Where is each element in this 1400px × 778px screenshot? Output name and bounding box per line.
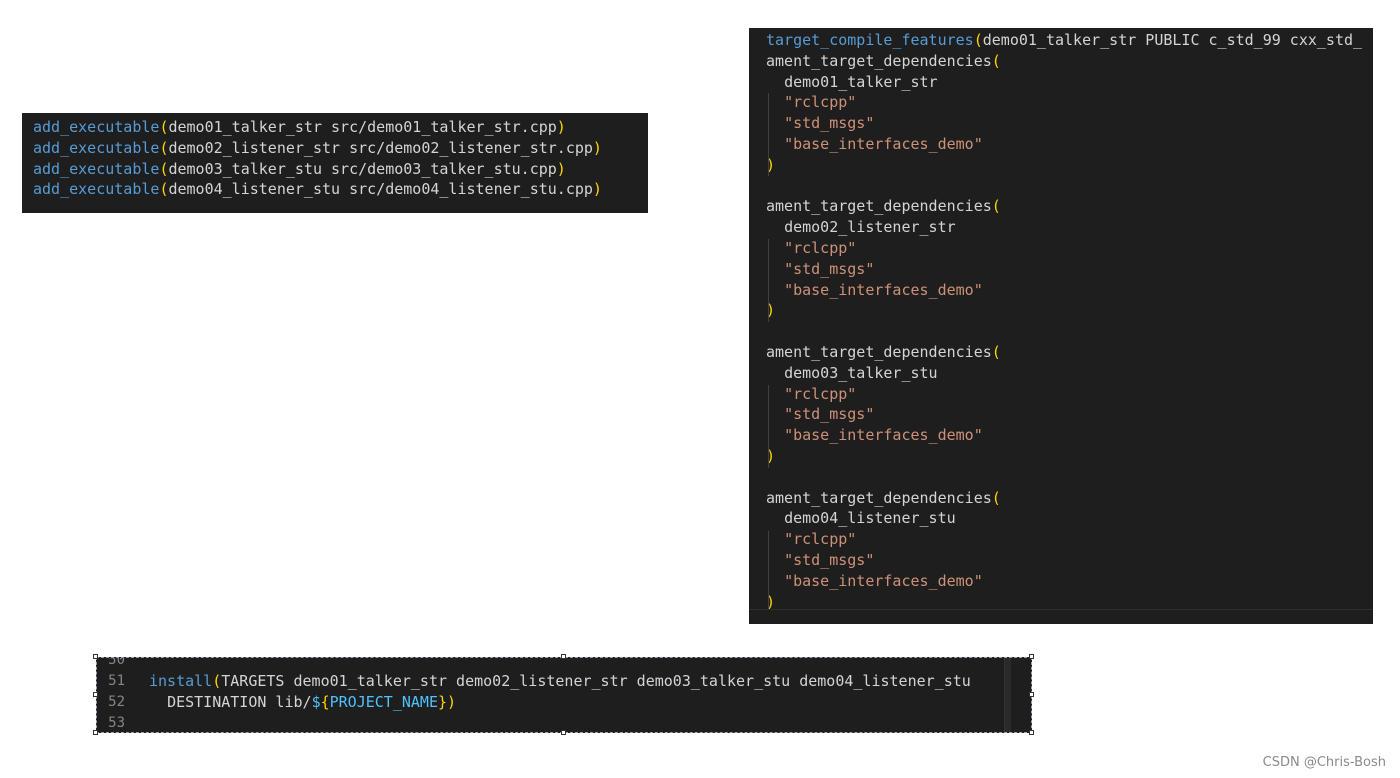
code-line: demo02_listener_str [766,217,1362,238]
code-line: "rclcpp" [766,384,1362,405]
function-name: ament_target_dependencies [766,51,992,70]
code-line: ament_target_dependencies( [766,488,1001,507]
function-args: demo01_talker_str src/demo01_talker_str.… [168,118,557,136]
line-number: 52 [108,694,125,710]
indent-guide [768,239,769,322]
code-line: "base_interfaces_demo" [766,134,1362,155]
function-name: target_compile_features [766,31,974,49]
install-targets: TARGETS demo01_talker_str demo02_listene… [221,672,971,690]
resize-handle-top-center[interactable] [561,654,566,659]
code-line: install(TARGETS demo01_talker_str demo02… [149,672,971,690]
code-line: ) [766,301,776,320]
code-line: ament_target_dependencies( [766,51,1001,70]
code-line: "std_msgs" [766,550,1362,571]
dependency-string: "base_interfaces_demo" [784,426,983,445]
indent-guide [768,385,769,468]
code-line: add_executable(demo04_listener_stu src/d… [33,180,602,199]
function-name: ament_target_dependencies [766,342,992,361]
resize-handle-middle-left[interactable] [93,692,98,697]
dependency-string: "std_msgs" [784,405,875,424]
code-block: add_executable(demo01_talker_str src/dem… [33,117,602,200]
code-line: "base_interfaces_demo" [766,571,1362,592]
code-line: "std_msgs" [766,259,1362,280]
code-panel-install[interactable]: 50 51 52 53 install(TARGETS demo01_talke… [96,657,1032,733]
dependency-string: "base_interfaces_demo" [784,571,983,590]
code-block: install(TARGETS demo01_talker_str demo02… [149,658,971,732]
indent-guide [768,531,769,614]
code-line: add_executable(demo01_talker_str src/dem… [33,118,566,136]
code-line: demo01_talker_str [766,72,1362,93]
function-name: ament_target_dependencies [766,488,992,507]
resize-handle-top-right[interactable] [1029,654,1034,659]
dependency-target: demo04_listener_stu [784,509,956,528]
line-number: 51 [108,673,125,689]
function-name: add_executable [33,138,160,157]
line-number-gutter: 50 51 52 53 [97,657,137,732]
dependency-target: demo01_talker_str [784,72,938,91]
line-number: 50 [108,657,125,668]
dependency-target: demo03_talker_stu [784,363,938,382]
resize-handle-bottom-left[interactable] [93,730,98,735]
function-args: demo02_listener_str src/demo02_listener_… [168,138,593,157]
code-block: target_compile_features(demo01_talker_st… [766,30,1362,612]
resize-handle-bottom-center[interactable] [561,730,566,735]
function-args: demo01_talker_str PUBLIC c_std_99 cxx_st… [982,31,1363,49]
function-name: add_executable [33,118,160,136]
dependency-string: "rclcpp" [784,530,857,549]
code-line: ament_target_dependencies( [766,342,1001,361]
function-args: demo04_listener_stu src/demo04_listener_… [168,180,593,199]
function-name: install [149,672,213,690]
dependency-string: "base_interfaces_demo" [784,134,983,153]
destination-path: DESTINATION lib/ [167,693,312,711]
scrollbar[interactable] [1004,658,1011,732]
function-name: ament_target_dependencies [766,197,992,216]
code-panel-dependencies: target_compile_features(demo01_talker_st… [749,28,1373,624]
code-line: "rclcpp" [766,529,1362,550]
code-line: "std_msgs" [766,113,1362,134]
code-line: add_executable(demo03_talker_stu src/dem… [33,159,566,178]
watermark: CSDN @Chris-Bosh [1262,755,1386,770]
code-line: ) [766,155,776,174]
dependency-string: "std_msgs" [784,259,875,278]
code-line: ament_target_dependencies( [766,197,1001,216]
dependency-string: "rclcpp" [784,384,857,403]
indent-guide [768,93,769,176]
code-line: demo04_listener_stu [766,508,1362,529]
resize-handle-bottom-right[interactable] [1029,730,1034,735]
code-line: add_executable(demo02_listener_str src/d… [33,138,602,157]
code-line: ) [766,446,776,465]
dependency-string: "rclcpp" [784,238,857,257]
dependency-string: "base_interfaces_demo" [784,280,983,299]
dependency-string: "std_msgs" [784,114,875,133]
dependency-target: demo02_listener_str [784,218,956,237]
resize-handle-middle-right[interactable] [1029,692,1034,697]
dependency-string: "rclcpp" [784,93,857,112]
dependency-string: "std_msgs" [784,550,875,569]
code-line: target_compile_features(demo01_talker_st… [766,31,1363,49]
code-line: "rclcpp" [766,238,1362,259]
resize-handle-top-left[interactable] [93,654,98,659]
code-line: DESTINATION lib/${PROJECT_NAME}) [167,693,457,711]
project-name-variable: PROJECT_NAME [329,693,438,711]
line-number: 53 [108,715,125,731]
code-panel-add-executable: add_executable(demo01_talker_str src/dem… [22,113,648,213]
function-name: add_executable [33,159,160,178]
function-name: add_executable [33,180,160,199]
code-line: "rclcpp" [766,92,1362,113]
code-line: "base_interfaces_demo" [766,280,1362,301]
code-line: "base_interfaces_demo" [766,425,1362,446]
code-line: "std_msgs" [766,404,1362,425]
code-line: demo03_talker_stu [766,363,1362,384]
status-strip [749,609,1373,624]
function-args: demo03_talker_stu src/demo03_talker_stu.… [168,159,557,178]
